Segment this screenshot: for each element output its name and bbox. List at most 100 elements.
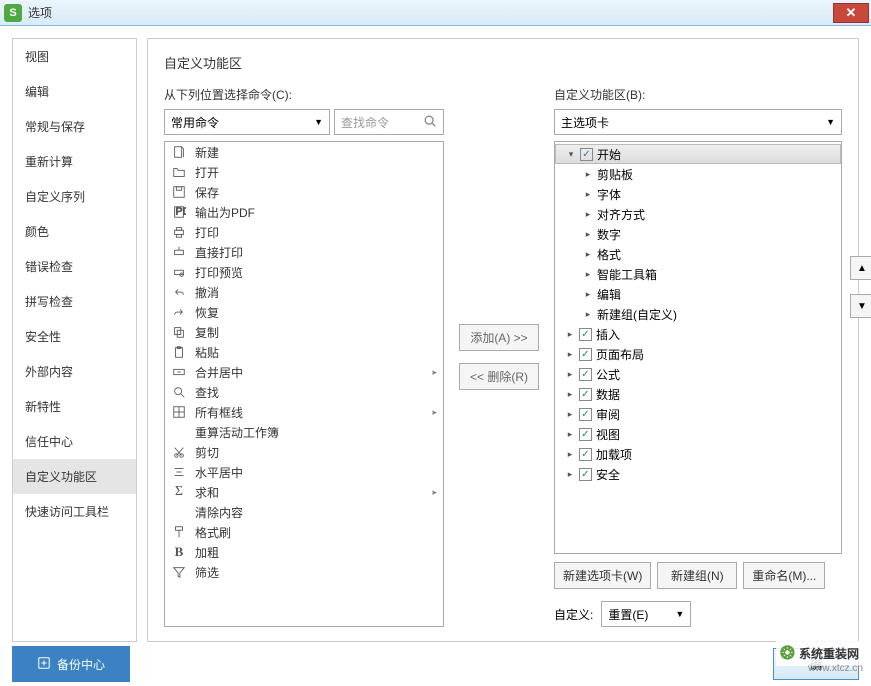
command-item[interactable]: 筛选 (165, 562, 443, 582)
tree-item[interactable]: ▸ ✓ 视图 (555, 424, 841, 444)
checkbox[interactable]: ✓ (579, 388, 592, 401)
move-up-button[interactable]: ▲ (850, 256, 871, 280)
move-down-button[interactable]: ▼ (850, 294, 871, 318)
tree-item[interactable]: ▸新建组(自定义) (555, 304, 841, 324)
filter-icon (171, 564, 187, 580)
tree-item[interactable]: ▸字体 (555, 184, 841, 204)
command-item[interactable]: 重算活动工作簿 (165, 422, 443, 442)
command-item[interactable]: 格式刷 (165, 522, 443, 542)
command-item[interactable]: Σ求和▸ (165, 482, 443, 502)
new-group-button[interactable]: 新建组(N) (657, 562, 737, 589)
expander-icon[interactable]: ▸ (583, 289, 593, 300)
expander-icon[interactable]: ▸ (583, 249, 593, 260)
checkbox[interactable]: ✓ (579, 328, 592, 341)
command-item[interactable]: 直接打印 (165, 242, 443, 262)
rename-button[interactable]: 重命名(M)... (743, 562, 825, 589)
close-button[interactable]: ✕ (833, 3, 869, 23)
tree-item-label: 格式 (597, 246, 621, 263)
tree-item[interactable]: ▸✓安全 (555, 464, 841, 484)
expander-icon[interactable]: ▸ (565, 449, 575, 460)
expander-icon[interactable]: ▸ (565, 349, 575, 360)
expander-icon[interactable]: ▸ (583, 269, 593, 280)
tree-item[interactable]: ▸✓插入 (555, 324, 841, 344)
source-combo[interactable]: 常用命令 ▼ (164, 109, 330, 135)
command-item[interactable]: 打印预览 (165, 262, 443, 282)
tree-item[interactable]: ▸✓数据 (555, 384, 841, 404)
command-item[interactable]: 打印 (165, 222, 443, 242)
expander-icon[interactable]: ▸ (565, 329, 575, 340)
checkbox[interactable]: ✓ (579, 448, 592, 461)
expander-icon[interactable]: ▸ (565, 469, 575, 480)
command-item[interactable]: PDF输出为PDF (165, 202, 443, 222)
tree-item[interactable]: ▸✓公式 (555, 364, 841, 384)
checkbox[interactable]: ✓ (579, 428, 592, 441)
expander-icon[interactable]: ▸ (583, 169, 593, 180)
sidebar-item[interactable]: 安全性 (13, 319, 136, 354)
expander-icon[interactable]: ▸ (583, 189, 593, 200)
tree-item[interactable]: ▸ 格式 (555, 244, 841, 264)
sidebar-item[interactable]: 快速访问工具栏 (13, 494, 136, 529)
checkbox[interactable]: ✓ (579, 348, 592, 361)
tree-item[interactable]: ▸✓加载项 (555, 444, 841, 464)
tree-item[interactable]: ▸智能工具箱 (555, 264, 841, 284)
command-item[interactable]: 清除内容 (165, 502, 443, 522)
sidebar-item[interactable]: 拼写检查 (13, 284, 136, 319)
command-item[interactable]: 所有框线▸ (165, 402, 443, 422)
command-item[interactable]: 剪切 (165, 442, 443, 462)
tree-item[interactable]: ▸✓页面布局 (555, 344, 841, 364)
command-item[interactable]: 合并居中▸ (165, 362, 443, 382)
checkbox[interactable]: ✓ (579, 368, 592, 381)
tree-item[interactable]: ▸编辑 (555, 284, 841, 304)
tree-item[interactable]: ▸✓审阅 (555, 404, 841, 424)
command-item[interactable]: 粘贴 (165, 342, 443, 362)
backup-center-button[interactable]: 备份中心 (12, 646, 130, 682)
expander-icon[interactable]: ▸ (565, 409, 575, 420)
sidebar-item[interactable]: 错误检查 (13, 249, 136, 284)
new-tab-button[interactable]: 新建选项卡(W) (554, 562, 651, 589)
command-item[interactable]: 复制 (165, 322, 443, 342)
remove-button[interactable]: << 删除(R) (459, 363, 539, 390)
checkbox[interactable]: ✓ (580, 148, 593, 161)
sidebar-item[interactable]: 自定义功能区 (13, 459, 136, 494)
tree-item[interactable]: ▸剪贴板 (555, 164, 841, 184)
sidebar-item[interactable]: 自定义序列 (13, 179, 136, 214)
sidebar-item[interactable]: 颜色 (13, 214, 136, 249)
checkbox[interactable]: ✓ (579, 468, 592, 481)
submenu-arrow-icon: ▸ (432, 367, 437, 378)
sidebar-item[interactable]: 视图 (13, 39, 136, 74)
command-item[interactable]: 打开 (165, 162, 443, 182)
tree-item[interactable]: ▸数字 (555, 224, 841, 244)
sidebar-item[interactable]: 重新计算 (13, 144, 136, 179)
dest-combo[interactable]: 主选项卡 ▼ (554, 109, 842, 135)
command-item[interactable]: 撤消 (165, 282, 443, 302)
expander-icon[interactable]: ▸ (583, 309, 593, 320)
search-input[interactable]: 查找命令 (334, 109, 444, 135)
expander-icon[interactable]: ▾ (566, 149, 576, 160)
sidebar-item[interactable]: 外部内容 (13, 354, 136, 389)
checkbox[interactable]: ✓ (579, 408, 592, 421)
sidebar-item[interactable]: 编辑 (13, 74, 136, 109)
expander-icon[interactable]: ▸ (565, 389, 575, 400)
save-icon (171, 184, 187, 200)
expander-icon[interactable]: ▸ (583, 229, 593, 240)
command-label: 水平居中 (195, 464, 437, 481)
sidebar-item[interactable]: 新特性 (13, 389, 136, 424)
reset-combo[interactable]: 重置(E) ▼ (601, 601, 691, 627)
tree-item[interactable]: ▸对齐方式 (555, 204, 841, 224)
command-item[interactable]: 保存 (165, 182, 443, 202)
tree-item[interactable]: ▾✓开始 (555, 144, 841, 164)
command-item[interactable]: 水平居中 (165, 462, 443, 482)
ribbon-tree[interactable]: ▾✓开始▸剪贴板▸字体▸对齐方式▸数字▸格式▸智能工具箱▸编辑▸新建组(自定义)… (554, 141, 842, 554)
command-item[interactable]: 新建 (165, 142, 443, 162)
add-button[interactable]: 添加(A) >> (459, 324, 539, 351)
command-item[interactable]: 查找 (165, 382, 443, 402)
expander-icon[interactable]: ▸ (583, 209, 593, 220)
commands-list[interactable]: 新建打开保存PDF输出为PDF打印直接打印打印预览撤消恢复复制粘贴合并居中▸查找… (164, 141, 444, 627)
expander-icon[interactable]: ▸ (565, 429, 575, 440)
expander-icon[interactable]: ▸ (565, 369, 575, 380)
sidebar-item[interactable]: 常规与保存 (13, 109, 136, 144)
command-item[interactable]: 恢复 (165, 302, 443, 322)
command-item[interactable]: B加粗 (165, 542, 443, 562)
sidebar-item[interactable]: 信任中心 (13, 424, 136, 459)
tree-item-label: 视图 (596, 426, 620, 443)
